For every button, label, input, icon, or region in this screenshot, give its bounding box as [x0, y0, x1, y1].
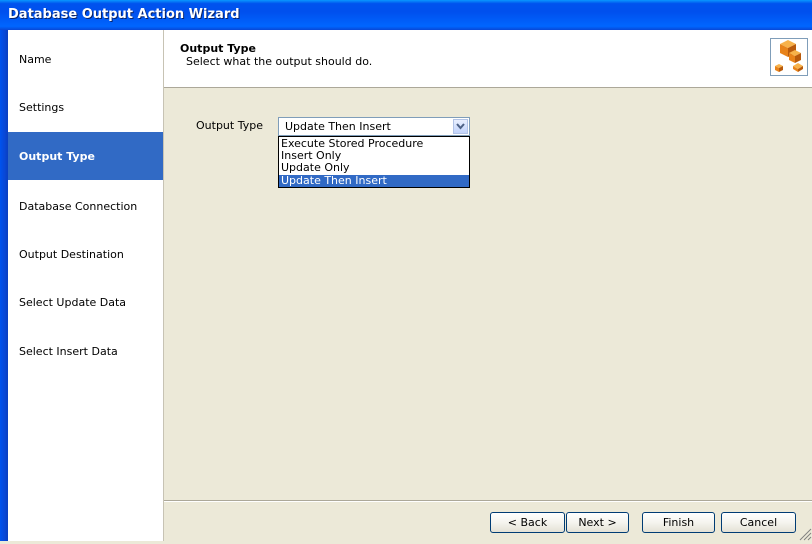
back-button[interactable]: < Back [490, 512, 565, 533]
chevron-down-icon[interactable] [453, 119, 468, 134]
cancel-button[interactable]: Cancel [721, 512, 796, 533]
sidebar-item-label: Output Destination [19, 248, 124, 261]
content-area [164, 88, 812, 500]
sidebar-item-name[interactable]: Name [8, 35, 163, 83]
window-title: Database Output Action Wizard [8, 7, 240, 22]
output-type-dropdown-list: Execute Stored Procedure Insert Only Upd… [278, 136, 470, 188]
page-subtitle: Select what the output should do. [186, 55, 373, 68]
option-update-only[interactable]: Update Only [279, 162, 469, 174]
sidebar-item-output-type[interactable]: Output Type [8, 132, 163, 180]
option-update-then-insert[interactable]: Update Then Insert [279, 175, 469, 187]
sidebar-item-label: Database Connection [19, 200, 138, 213]
title-bar[interactable]: Database Output Action Wizard [0, 0, 812, 30]
cubes-icon [770, 38, 808, 76]
sidebar-item-label: Select Update Data [19, 296, 127, 309]
finish-button[interactable]: Finish [642, 512, 715, 533]
sidebar-item-select-insert-data[interactable]: Select Insert Data [8, 327, 163, 375]
window-frame-left [0, 30, 8, 541]
sidebar-item-select-update-data[interactable]: Select Update Data [8, 278, 163, 326]
resize-grip-icon[interactable] [796, 525, 812, 541]
output-type-label: Output Type [196, 119, 263, 132]
page-header: Output Type Select what the output shoul… [164, 30, 812, 88]
sidebar-item-label: Settings [19, 101, 65, 114]
output-type-value: Update Then Insert [285, 120, 391, 133]
footer-divider [164, 500, 812, 502]
wizard-steps-sidebar: Name Settings Output Type Database Conne… [8, 30, 164, 541]
sidebar-item-label: Select Insert Data [19, 345, 118, 358]
sidebar-item-settings[interactable]: Settings [8, 83, 163, 131]
page-title: Output Type [180, 42, 256, 55]
sidebar-item-label: Output Type [19, 150, 95, 163]
sidebar-item-database-connection[interactable]: Database Connection [8, 182, 163, 230]
wizard-window: Database Output Action Wizard Name Setti… [0, 0, 812, 541]
sidebar-item-output-destination[interactable]: Output Destination [8, 230, 163, 278]
sidebar-item-label: Name [19, 53, 52, 66]
output-type-select[interactable]: Update Then Insert [278, 117, 470, 136]
next-button[interactable]: Next > [566, 512, 629, 533]
